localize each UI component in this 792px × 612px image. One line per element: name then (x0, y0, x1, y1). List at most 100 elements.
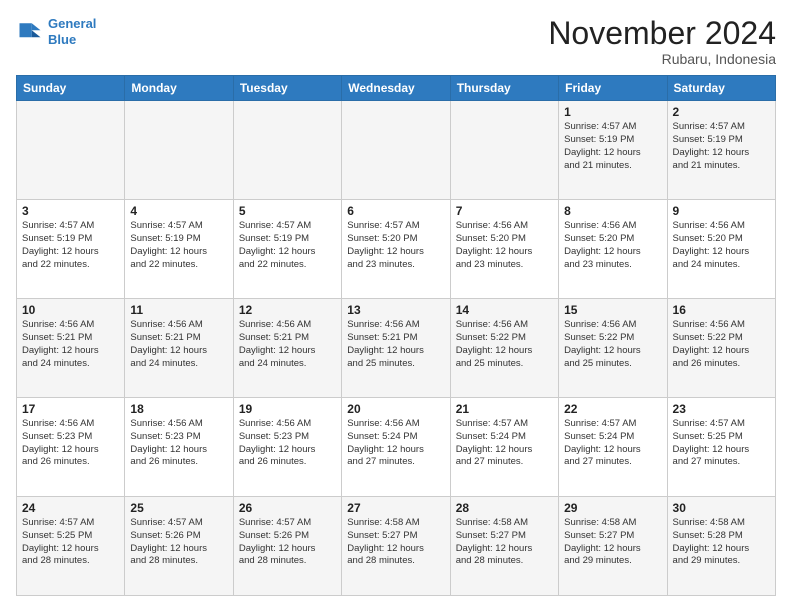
weekday-header: Sunday (17, 76, 125, 101)
day-number: 11 (130, 303, 227, 317)
day-number: 15 (564, 303, 661, 317)
day-info: Sunrise: 4:57 AM Sunset: 5:25 PM Dayligh… (673, 418, 770, 469)
day-info: Sunrise: 4:56 AM Sunset: 5:20 PM Dayligh… (456, 220, 553, 271)
weekday-header-row: SundayMondayTuesdayWednesdayThursdayFrid… (17, 76, 776, 101)
calendar-cell: 28 Sunrise: 4:58 AM Sunset: 5:27 PM Dayli… (450, 497, 558, 596)
day-number: 28 (456, 501, 553, 515)
day-number: 24 (22, 501, 119, 515)
weekday-header: Friday (559, 76, 667, 101)
calendar-cell: 8 Sunrise: 4:56 AM Sunset: 5:20 PM Daylig… (559, 200, 667, 299)
calendar-cell: 9 Sunrise: 4:56 AM Sunset: 5:20 PM Daylig… (667, 200, 775, 299)
calendar-cell: 26Sunrise: 4:57 AM Sunset: 5:26 PM Dayli… (233, 497, 341, 596)
day-number: 6 (347, 204, 444, 218)
day-info: Sunrise: 4:56 AM Sunset: 5:21 PM Dayligh… (22, 319, 119, 370)
calendar-week-row: 3 Sunrise: 4:57 AM Sunset: 5:19 PM Daylig… (17, 200, 776, 299)
day-number: 2 (673, 105, 770, 119)
calendar-cell: 19 Sunrise: 4:56 AM Sunset: 5:23 PM Dayli… (233, 398, 341, 497)
day-info: Sunrise: 4:56 AM Sunset: 5:23 PM Dayligh… (130, 418, 227, 469)
calendar-cell (233, 101, 341, 200)
day-info: Sunrise: 4:58 AM Sunset: 5:27 PM Dayligh… (347, 517, 444, 568)
day-number: 27 (347, 501, 444, 515)
calendar-cell (342, 101, 450, 200)
calendar-cell: 3 Sunrise: 4:57 AM Sunset: 5:19 PM Daylig… (17, 200, 125, 299)
logo-blue: Blue (48, 32, 76, 47)
calendar-week-row: 24 Sunrise: 4:57 AM Sunset: 5:25 PM Dayli… (17, 497, 776, 596)
day-number: 17 (22, 402, 119, 416)
calendar-cell: 5Sunrise: 4:57 AM Sunset: 5:19 PM Daylig… (233, 200, 341, 299)
day-number: 3 (22, 204, 119, 218)
day-info: Sunrise: 4:56 AM Sunset: 5:22 PM Dayligh… (456, 319, 553, 370)
calendar-cell: 2 Sunrise: 4:57 AM Sunset: 5:19 PM Daylig… (667, 101, 775, 200)
day-number: 12 (239, 303, 336, 317)
day-number: 19 (239, 402, 336, 416)
calendar-cell: 21 Sunrise: 4:57 AM Sunset: 5:24 PM Dayli… (450, 398, 558, 497)
calendar-week-row: 17 Sunrise: 4:56 AM Sunset: 5:23 PM Dayli… (17, 398, 776, 497)
header: General Blue November 2024 Rubaru, Indon… (16, 16, 776, 67)
calendar-table: SundayMondayTuesdayWednesdayThursdayFrid… (16, 75, 776, 596)
title-block: November 2024 Rubaru, Indonesia (548, 16, 776, 67)
calendar-week-row: 10Sunrise: 4:56 AM Sunset: 5:21 PM Dayli… (17, 299, 776, 398)
calendar-cell: 24 Sunrise: 4:57 AM Sunset: 5:25 PM Dayli… (17, 497, 125, 596)
weekday-header: Thursday (450, 76, 558, 101)
day-info: Sunrise: 4:57 AM Sunset: 5:20 PM Dayligh… (347, 220, 444, 271)
day-number: 8 (564, 204, 661, 218)
calendar-cell: 12Sunrise: 4:56 AM Sunset: 5:21 PM Dayli… (233, 299, 341, 398)
day-number: 7 (456, 204, 553, 218)
day-info: Sunrise: 4:56 AM Sunset: 5:22 PM Dayligh… (564, 319, 661, 370)
day-info: Sunrise: 4:57 AM Sunset: 5:25 PM Dayligh… (22, 517, 119, 568)
day-info: Sunrise: 4:57 AM Sunset: 5:24 PM Dayligh… (564, 418, 661, 469)
day-info: Sunrise: 4:57 AM Sunset: 5:24 PM Dayligh… (456, 418, 553, 469)
calendar-cell: 17Sunrise: 4:56 AM Sunset: 5:23 PM Dayli… (17, 398, 125, 497)
day-info: Sunrise: 4:56 AM Sunset: 5:20 PM Dayligh… (673, 220, 770, 271)
day-info: Sunrise: 4:56 AM Sunset: 5:21 PM Dayligh… (347, 319, 444, 370)
calendar-cell: 22 Sunrise: 4:57 AM Sunset: 5:24 PM Dayli… (559, 398, 667, 497)
day-info: Sunrise: 4:57 AM Sunset: 5:19 PM Dayligh… (130, 220, 227, 271)
day-number: 5 (239, 204, 336, 218)
day-number: 21 (456, 402, 553, 416)
day-info: Sunrise: 4:56 AM Sunset: 5:22 PM Dayligh… (673, 319, 770, 370)
calendar-cell (125, 101, 233, 200)
day-info: Sunrise: 4:56 AM Sunset: 5:24 PM Dayligh… (347, 418, 444, 469)
day-number: 1 (564, 105, 661, 119)
day-info: Sunrise: 4:56 AM Sunset: 5:20 PM Dayligh… (564, 220, 661, 271)
calendar-cell: 30 Sunrise: 4:58 AM Sunset: 5:28 PM Dayli… (667, 497, 775, 596)
weekday-header: Tuesday (233, 76, 341, 101)
calendar-cell: 16 Sunrise: 4:56 AM Sunset: 5:22 PM Dayli… (667, 299, 775, 398)
day-number: 22 (564, 402, 661, 416)
day-info: Sunrise: 4:57 AM Sunset: 5:26 PM Dayligh… (130, 517, 227, 568)
day-number: 13 (347, 303, 444, 317)
calendar-cell: 20 Sunrise: 4:56 AM Sunset: 5:24 PM Dayli… (342, 398, 450, 497)
day-info: Sunrise: 4:58 AM Sunset: 5:28 PM Dayligh… (673, 517, 770, 568)
calendar-cell: 4Sunrise: 4:57 AM Sunset: 5:19 PM Daylig… (125, 200, 233, 299)
day-number: 20 (347, 402, 444, 416)
calendar-cell: 7 Sunrise: 4:56 AM Sunset: 5:20 PM Daylig… (450, 200, 558, 299)
calendar-cell: 14 Sunrise: 4:56 AM Sunset: 5:22 PM Dayli… (450, 299, 558, 398)
day-info: Sunrise: 4:57 AM Sunset: 5:19 PM Dayligh… (22, 220, 119, 271)
day-number: 25 (130, 501, 227, 515)
day-number: 9 (673, 204, 770, 218)
month-title: November 2024 (548, 16, 776, 51)
day-number: 14 (456, 303, 553, 317)
day-info: Sunrise: 4:58 AM Sunset: 5:27 PM Dayligh… (456, 517, 553, 568)
calendar-cell: 10Sunrise: 4:56 AM Sunset: 5:21 PM Dayli… (17, 299, 125, 398)
calendar-cell: 23Sunrise: 4:57 AM Sunset: 5:25 PM Dayli… (667, 398, 775, 497)
calendar-cell (17, 101, 125, 200)
day-info: Sunrise: 4:57 AM Sunset: 5:19 PM Dayligh… (673, 121, 770, 172)
day-number: 18 (130, 402, 227, 416)
day-info: Sunrise: 4:56 AM Sunset: 5:23 PM Dayligh… (239, 418, 336, 469)
logo: General Blue (16, 16, 96, 47)
calendar-cell: 6 Sunrise: 4:57 AM Sunset: 5:20 PM Daylig… (342, 200, 450, 299)
day-number: 30 (673, 501, 770, 515)
calendar-cell: 13 Sunrise: 4:56 AM Sunset: 5:21 PM Dayli… (342, 299, 450, 398)
calendar-body: 1 Sunrise: 4:57 AM Sunset: 5:19 PM Daylig… (17, 101, 776, 596)
calendar-week-row: 1 Sunrise: 4:57 AM Sunset: 5:19 PM Daylig… (17, 101, 776, 200)
day-info: Sunrise: 4:56 AM Sunset: 5:21 PM Dayligh… (130, 319, 227, 370)
calendar-header: SundayMondayTuesdayWednesdayThursdayFrid… (17, 76, 776, 101)
weekday-header: Monday (125, 76, 233, 101)
day-number: 16 (673, 303, 770, 317)
calendar-cell (450, 101, 558, 200)
weekday-header: Wednesday (342, 76, 450, 101)
page: General Blue November 2024 Rubaru, Indon… (0, 0, 792, 612)
day-info: Sunrise: 4:57 AM Sunset: 5:19 PM Dayligh… (564, 121, 661, 172)
location: Rubaru, Indonesia (548, 51, 776, 67)
